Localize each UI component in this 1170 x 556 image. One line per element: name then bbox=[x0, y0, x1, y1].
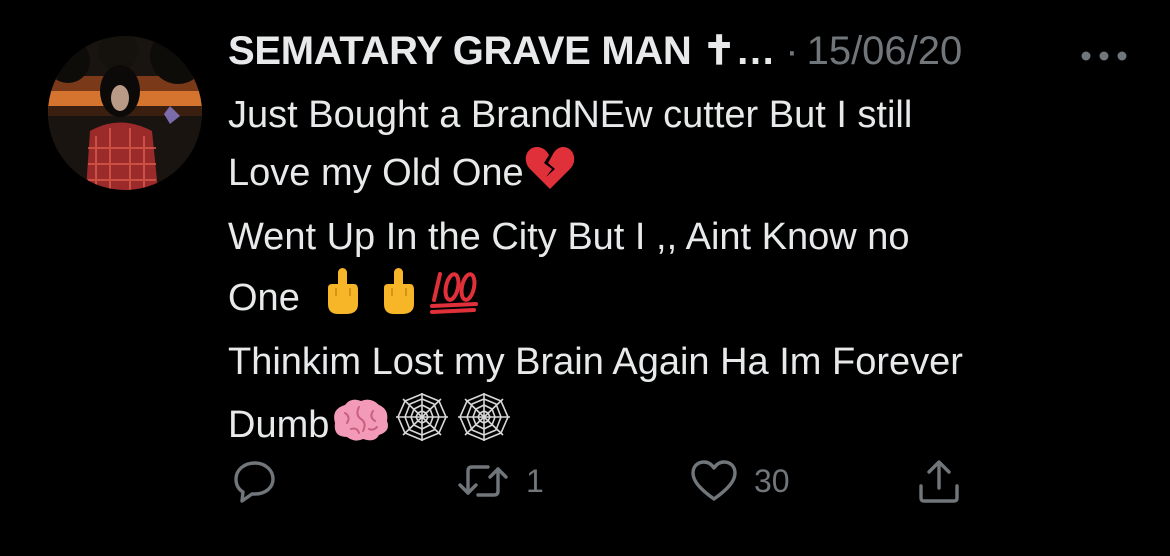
avatar[interactable] bbox=[48, 36, 202, 190]
tweet-line: Love my Old One bbox=[228, 144, 1108, 208]
like-button[interactable]: 30 bbox=[690, 456, 790, 506]
tweet-line-text: Just Bought a BrandNEw cutter But I stil… bbox=[228, 94, 913, 136]
hundred-points-emoji bbox=[429, 270, 480, 333]
author-name[interactable]: SEMATARY GRAVE MAN ✝… bbox=[228, 28, 776, 74]
tweet-line-text: Went Up In the City But I ,, Aint Know n… bbox=[228, 216, 910, 258]
header-separator: · bbox=[785, 29, 799, 73]
retweet-button[interactable]: 1 bbox=[456, 456, 544, 506]
tweet-actions: 1 30 bbox=[228, 456, 988, 506]
tweet-header: SEMATARY GRAVE MAN ✝… · 15/06/20 bbox=[228, 28, 1128, 80]
reply-icon bbox=[232, 458, 278, 504]
tweet-line: Went Up In the City But I ,, Aint Know n… bbox=[228, 208, 1108, 266]
tweet-content: SEMATARY GRAVE MAN ✝… · 15/06/20 Just Bo… bbox=[228, 28, 1128, 460]
spider-web-emoji bbox=[453, 391, 515, 460]
tweet-text: Just Bought a BrandNEw cutter But I stil… bbox=[228, 86, 1108, 460]
broken-heart-emoji bbox=[524, 145, 576, 208]
middle-finger-emoji bbox=[378, 266, 418, 333]
tweet-line-text: Dumb bbox=[228, 404, 330, 446]
tweet-line: Thinkim Lost my Brain Again Ha Im Foreve… bbox=[228, 333, 1108, 391]
tweet-date[interactable]: 15/06/20 bbox=[807, 29, 963, 74]
more-horizontal-icon[interactable] bbox=[1076, 46, 1132, 66]
tweet-line: Dumb bbox=[228, 391, 1108, 460]
avatar-image bbox=[48, 36, 202, 190]
tweet-line-text: Love my Old One bbox=[228, 152, 524, 194]
tweet-line: Just Bought a BrandNEw cutter But I stil… bbox=[228, 86, 1108, 144]
share-icon bbox=[916, 458, 962, 504]
retweet-icon bbox=[456, 461, 510, 501]
tweet-line-text: Thinkim Lost my Brain Again Ha Im Foreve… bbox=[228, 341, 963, 383]
tweet-line-text: One bbox=[228, 277, 300, 319]
heart-icon bbox=[690, 459, 738, 503]
retweet-count: 1 bbox=[526, 462, 544, 499]
spider-web-emoji bbox=[391, 391, 453, 460]
brain-emoji bbox=[329, 397, 391, 460]
reply-button[interactable] bbox=[232, 456, 294, 506]
like-count: 30 bbox=[754, 462, 790, 499]
tweet: SEMATARY GRAVE MAN ✝… · 15/06/20 Just Bo… bbox=[0, 0, 1170, 556]
tweet-line: One bbox=[228, 266, 1108, 333]
share-button[interactable] bbox=[916, 456, 978, 506]
middle-finger-emoji bbox=[322, 266, 362, 333]
